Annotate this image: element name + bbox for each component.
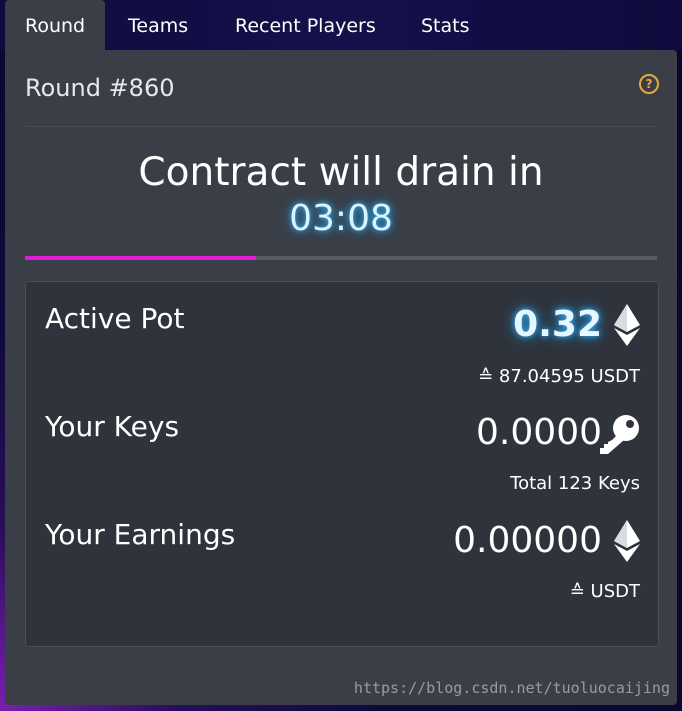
watermark: https://blog.csdn.net/tuoluocaijing xyxy=(353,679,670,697)
key-icon xyxy=(598,414,640,458)
total-keys: Total 123 Keys xyxy=(510,473,640,494)
your-earnings-label: Your Earnings xyxy=(45,518,236,551)
ethereum-icon xyxy=(614,520,640,566)
drain-label: Contract will drain in xyxy=(138,150,544,195)
round-progress-bar xyxy=(25,256,657,260)
ethereum-icon xyxy=(614,304,640,350)
divider xyxy=(25,126,657,127)
tab-recent-players[interactable]: Recent Players xyxy=(235,0,376,50)
your-keys-value: 0.0000 xyxy=(476,412,602,453)
tab-round[interactable]: Round xyxy=(5,0,106,50)
tab-bar: Round Teams Recent Players Stats xyxy=(0,0,682,50)
active-pot-label: Active Pot xyxy=(45,302,185,335)
your-keys-label: Your Keys xyxy=(45,410,180,443)
round-progress-fill xyxy=(25,256,256,260)
countdown-timer: 03:08 xyxy=(289,198,393,239)
earnings-usdt: ≙ USDT xyxy=(569,581,640,602)
active-pot-usdt: ≙ 87.04595 USDT xyxy=(478,366,640,387)
tab-teams[interactable]: Teams xyxy=(128,0,188,50)
active-pot-value: 0.32 xyxy=(513,304,602,345)
question-circle-icon[interactable]: ? xyxy=(639,74,659,94)
tab-stats[interactable]: Stats xyxy=(421,0,470,50)
stats-box: Active Pot 0.32 ≙ 87.04595 USDT Your Key… xyxy=(25,281,659,647)
round-title: Round #860 xyxy=(25,74,175,102)
your-earnings-value: 0.00000 xyxy=(453,520,602,561)
round-panel: Round #860 ? Contract will drain in 03:0… xyxy=(5,50,677,705)
